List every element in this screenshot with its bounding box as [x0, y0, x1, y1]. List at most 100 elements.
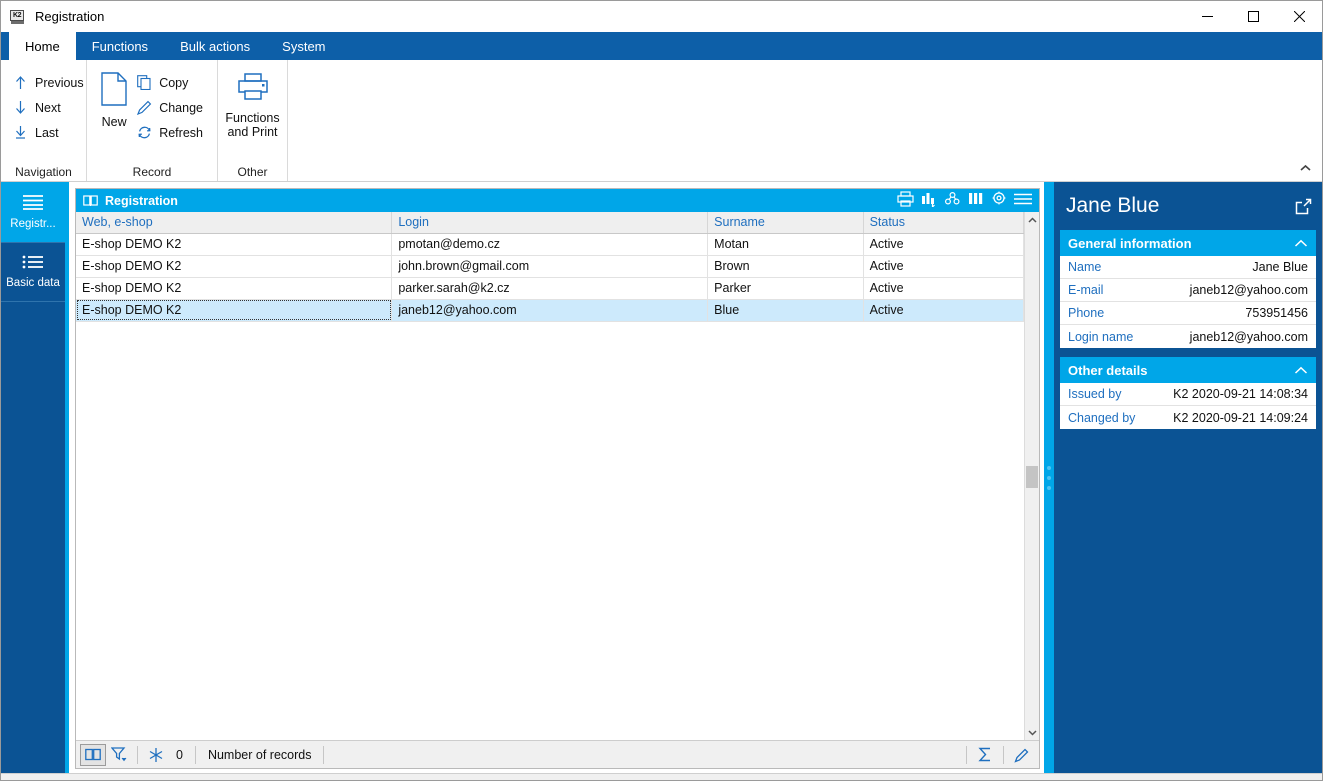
scrollbar-track[interactable]	[1025, 228, 1039, 724]
tab-bulk-actions[interactable]: Bulk actions	[164, 32, 266, 60]
section-other-details-header[interactable]: Other details	[1060, 357, 1316, 383]
tab-home[interactable]: Home	[9, 32, 76, 60]
cell-status: Active	[863, 277, 1025, 300]
functions-and-print-button[interactable]: Functions and Print	[225, 66, 280, 139]
new-button[interactable]: New	[95, 66, 133, 129]
list-bullet-icon	[22, 255, 44, 272]
registration-grid-panel: Registration Web, e-shop Login Surname S…	[75, 188, 1040, 769]
ribbon-group-navigation-title: Navigation	[15, 165, 72, 179]
k2-app-icon: K2	[10, 9, 26, 25]
last-button[interactable]: Last	[9, 120, 90, 145]
detail-value-issued-by: K2 2020-09-21 14:08:34	[1173, 387, 1308, 401]
detail-label-phone: Phone	[1068, 306, 1105, 320]
minimize-icon[interactable]	[1184, 1, 1230, 32]
maximize-icon[interactable]	[1230, 1, 1276, 32]
refresh-label: Refresh	[159, 125, 203, 140]
list-lines-icon	[22, 194, 44, 213]
book-icon	[83, 194, 98, 207]
grid-empty-area	[76, 321, 1024, 740]
cell-login: john.brown@gmail.com	[391, 255, 709, 278]
bar-chart-icon[interactable]	[921, 192, 937, 210]
next-button[interactable]: Next	[9, 95, 90, 120]
previous-button[interactable]: Previous	[9, 70, 90, 95]
table-row[interactable]: E-shop DEMO K2 parker.sarah@k2.cz Parker…	[76, 277, 1025, 300]
copy-button[interactable]: Copy	[133, 70, 209, 95]
sidebar-filler	[1, 302, 65, 773]
filter-icon[interactable]	[106, 744, 132, 766]
refresh-button[interactable]: Refresh	[133, 120, 209, 145]
detail-value-name: Jane Blue	[1252, 260, 1308, 274]
sidebar-item-basic-data-label: Basic data	[6, 277, 60, 289]
open-external-icon[interactable]	[1295, 198, 1312, 215]
pencil-icon[interactable]	[1009, 744, 1035, 766]
detail-panel: Jane Blue General information Name Jane …	[1054, 182, 1322, 773]
column-header-web-eshop[interactable]: Web, e-shop	[76, 212, 393, 234]
sidebar-item-basic-data[interactable]: Basic data	[1, 242, 65, 302]
table-row[interactable]: E-shop DEMO K2 pmotan@demo.cz Motan Acti…	[76, 233, 1025, 256]
vertical-scrollbar[interactable]	[1024, 212, 1039, 740]
cell-login: parker.sarah@k2.cz	[391, 277, 709, 300]
arrow-down-icon	[11, 101, 29, 114]
record-count: 0	[176, 747, 183, 762]
new-document-icon	[99, 72, 129, 109]
cell-web-eshop: E-shop DEMO K2	[76, 255, 393, 278]
column-header-login[interactable]: Login	[391, 212, 709, 234]
menu-hamburger-icon[interactable]	[1014, 192, 1032, 209]
change-label: Change	[159, 100, 203, 115]
next-label: Next	[35, 100, 61, 115]
detail-label-changed-by: Changed by	[1068, 410, 1136, 425]
change-button[interactable]: Change	[133, 95, 209, 120]
section-general-information: General information Name Jane Blue E-mai…	[1060, 230, 1316, 348]
cell-web-eshop: E-shop DEMO K2	[76, 299, 393, 322]
detail-label-issued-by: Issued by	[1068, 387, 1122, 401]
detail-label-name: Name	[1068, 260, 1102, 274]
cell-surname: Motan	[707, 233, 864, 256]
functions-and-print-label: Functions and Print	[225, 111, 280, 139]
cell-status: Active	[863, 299, 1025, 322]
detail-value-email: janeb12@yahoo.com	[1189, 283, 1308, 297]
chevron-down-icon[interactable]	[1025, 724, 1039, 740]
book-icon[interactable]	[80, 743, 106, 766]
column-header-status[interactable]: Status	[863, 212, 1025, 234]
cell-surname: Blue	[707, 299, 864, 322]
section-general-information-body: Name Jane Blue E-mail janeb12@yahoo.com …	[1060, 256, 1316, 348]
snowflake-icon[interactable]	[143, 744, 169, 766]
grid-caption-label: Registration	[105, 193, 178, 208]
settings-gear-icon[interactable]	[991, 191, 1007, 210]
table-row[interactable]: E-shop DEMO K2 john.brown@gmail.com Brow…	[76, 255, 1025, 278]
printer-icon[interactable]	[897, 191, 914, 210]
sigma-icon[interactable]	[972, 744, 998, 766]
detail-row-issued-by: Issued by K2 2020-09-21 14:08:34	[1060, 383, 1316, 406]
table-row-selected[interactable]: E-shop DEMO K2 janeb12@yahoo.com Blue Ac…	[76, 299, 1025, 322]
detail-title: Jane Blue	[1066, 194, 1160, 217]
section-other-details-title: Other details	[1068, 362, 1148, 378]
close-icon[interactable]	[1276, 1, 1322, 32]
window-controls	[1184, 1, 1322, 32]
chevron-up-icon[interactable]	[1294, 239, 1308, 248]
scrollbar-thumb[interactable]	[1026, 466, 1038, 489]
chevron-up-icon[interactable]	[1025, 212, 1039, 228]
columns-icon[interactable]	[968, 192, 984, 210]
copy-label: Copy	[159, 75, 189, 90]
detail-row-email: E-mail janeb12@yahoo.com	[1060, 279, 1316, 302]
main-body: Registr... Basic data Registration Web, …	[1, 182, 1322, 773]
sidebar-item-registration[interactable]: Registr...	[1, 182, 65, 242]
last-label: Last	[35, 125, 59, 140]
printer-icon	[237, 72, 269, 105]
cell-login: pmotan@demo.cz	[391, 233, 709, 256]
column-header-surname[interactable]: Surname	[707, 212, 864, 234]
detail-value-changed-by: K2 2020-09-21 14:09:24	[1173, 410, 1308, 425]
cell-web-eshop: E-shop DEMO K2	[76, 233, 393, 256]
detail-label-login-name: Login name	[1068, 329, 1134, 344]
panel-splitter[interactable]	[1044, 182, 1054, 773]
chevron-up-icon[interactable]	[1296, 160, 1314, 176]
section-other-details: Other details Issued by K2 2020-09-21 14…	[1060, 357, 1316, 429]
pivot-icon[interactable]	[944, 191, 961, 210]
tab-system[interactable]: System	[266, 32, 341, 60]
arrow-down-to-line-icon	[11, 126, 29, 139]
detail-row-changed-by: Changed by K2 2020-09-21 14:09:24	[1060, 406, 1316, 429]
tab-functions[interactable]: Functions	[76, 32, 164, 60]
grid-toolbar	[897, 191, 1035, 210]
section-general-information-header[interactable]: General information	[1060, 230, 1316, 256]
chevron-up-icon[interactable]	[1294, 366, 1308, 375]
